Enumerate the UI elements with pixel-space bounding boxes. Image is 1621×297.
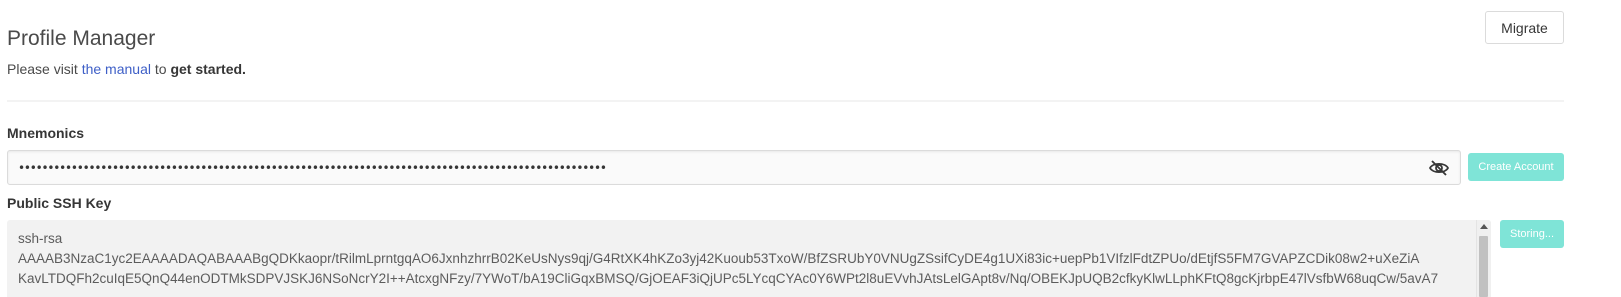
eye-slash-icon[interactable] (1428, 159, 1450, 177)
ssh-key-line-2: AAAAB3NzaC1yc2EAAAADAQABAAABgQDKkaopr/tR… (18, 251, 1420, 266)
public-ssh-key-label: Public SSH Key (7, 195, 112, 211)
intro-emphasis: get started. (170, 61, 246, 77)
page-title: Profile Manager (7, 27, 156, 51)
ssh-key-line-1: ssh-rsa (18, 231, 63, 246)
manual-link[interactable]: the manual (82, 61, 151, 77)
migrate-button[interactable]: Migrate (1485, 11, 1564, 44)
intro-middle: to (150, 61, 171, 77)
scroll-up-arrow-icon[interactable] (1480, 224, 1488, 229)
ssh-key-text: ssh-rsa AAAAB3NzaC1yc2EAAAADAQABAAABgQDKk… (18, 229, 1468, 289)
mnemonics-input[interactable]: ••••••••••••••••••••••••••••••••••••••••… (7, 150, 1461, 185)
storing-button[interactable]: Storing... (1500, 220, 1564, 248)
intro-text: Please visit the manual to get started. (7, 61, 246, 77)
public-ssh-key-textarea[interactable]: ssh-rsa AAAAB3NzaC1yc2EAAAADAQABAAABgQDKk… (7, 220, 1491, 297)
intro-prefix: Please visit (7, 61, 82, 77)
ssh-key-line-3: KavLTDQFh2cuIqE5QnQ44enODTMkSDPVJSKJ6NSo… (18, 271, 1439, 286)
section-divider (7, 100, 1564, 102)
scroll-thumb[interactable] (1479, 236, 1488, 297)
mnemonics-label: Mnemonics (7, 125, 85, 141)
ssh-key-scrollbar[interactable] (1476, 220, 1491, 297)
mnemonics-masked-value: ••••••••••••••••••••••••••••••••••••••••… (18, 161, 607, 175)
create-account-button[interactable]: Create Account (1468, 153, 1564, 181)
